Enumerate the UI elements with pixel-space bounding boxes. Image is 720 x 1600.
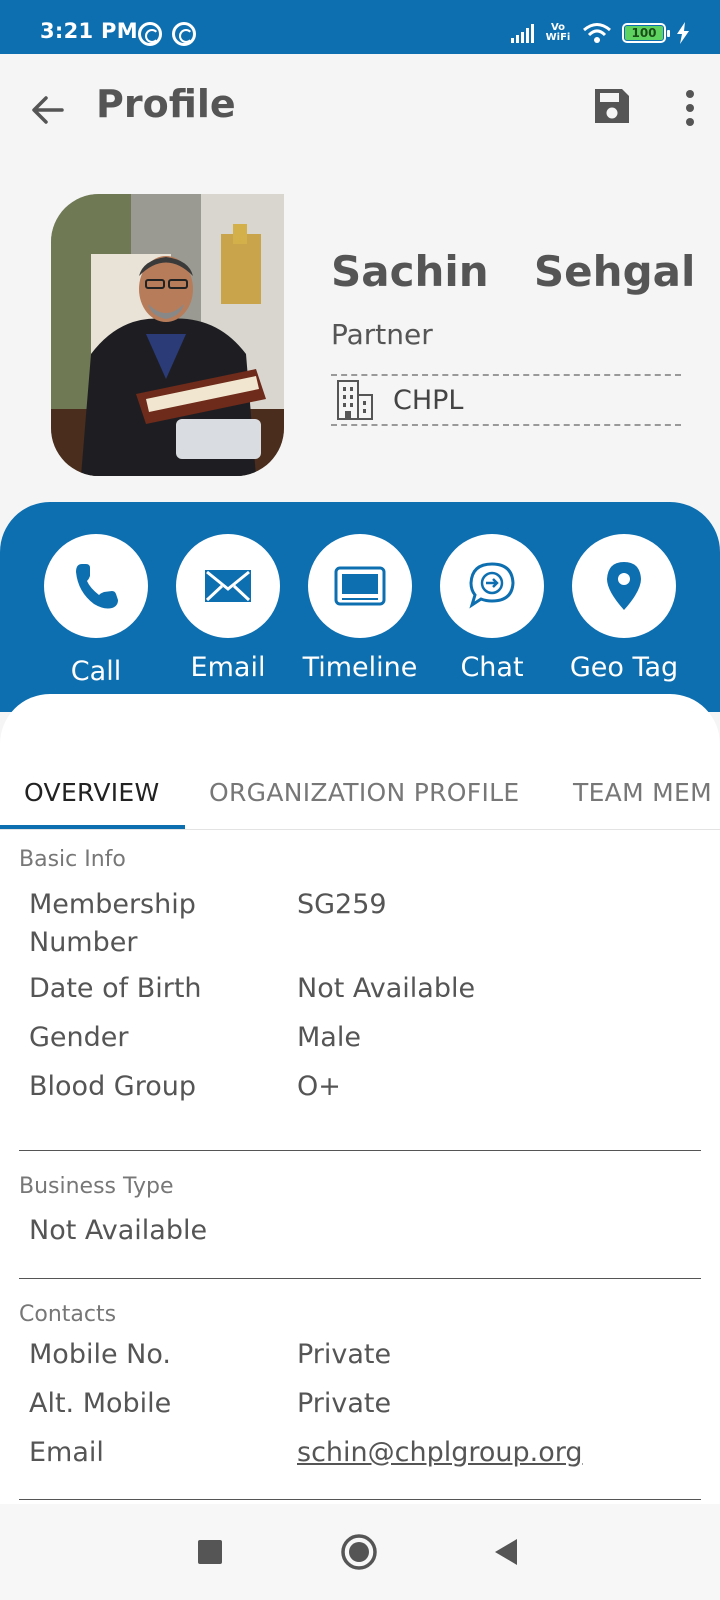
- chat-action-label: Chat: [460, 652, 524, 683]
- triangle-back-icon: [495, 1539, 517, 1565]
- profile-photo: [51, 194, 284, 476]
- page-title: Profile: [96, 82, 236, 126]
- geo-tag-action-label: Geo Tag: [569, 652, 679, 683]
- timeline-action-button[interactable]: Timeline: [300, 534, 420, 683]
- membership-number-value: SG259: [297, 889, 387, 920]
- signal-icon: [511, 23, 534, 43]
- timeline-action-label: Timeline: [302, 652, 418, 683]
- email-action-button[interactable]: Email: [168, 534, 288, 683]
- alt-mobile-value: Private: [297, 1388, 392, 1419]
- back-button[interactable]: [26, 88, 70, 132]
- organization-row: CHPL: [331, 374, 681, 426]
- more-options-button[interactable]: [672, 86, 708, 130]
- notification-icon: [138, 22, 162, 46]
- timeline-icon: [334, 566, 386, 606]
- mobile-label: Mobile No.: [29, 1339, 171, 1370]
- email-label: Email: [29, 1437, 104, 1468]
- section-divider: [19, 1150, 701, 1151]
- basic-info-title: Basic Info: [19, 847, 126, 872]
- status-icons: Vo WiFi 100: [511, 20, 690, 46]
- call-action-button[interactable]: Call: [36, 534, 156, 687]
- organization-name: CHPL: [393, 384, 464, 416]
- blood-group-label: Blood Group: [29, 1071, 196, 1102]
- wifi-icon: [583, 23, 611, 43]
- email-action-label: Email: [190, 652, 266, 683]
- charging-icon: [677, 22, 689, 44]
- gender-value: Male: [297, 1022, 361, 1053]
- circle-icon: [341, 1534, 377, 1570]
- status-bar: 3:21 PM Vo WiFi 100: [0, 0, 720, 54]
- status-time: 3:21 PM: [40, 19, 138, 43]
- email-link[interactable]: schin@chplgroup.org: [297, 1434, 583, 1472]
- section-divider: [19, 1499, 701, 1500]
- tab-bar: OVERVIEW ORGANIZATION PROFILE TEAM MEM: [0, 764, 720, 830]
- business-type-title: Business Type: [19, 1174, 174, 1199]
- date-of-birth-value: Not Available: [297, 973, 476, 1004]
- home-button[interactable]: [335, 1528, 383, 1576]
- mail-icon: [205, 570, 251, 602]
- business-type-value: Not Available: [29, 1215, 208, 1246]
- tab-team-members[interactable]: TEAM MEM: [573, 764, 712, 829]
- blood-group-value: O+: [297, 1071, 341, 1102]
- square-icon: [198, 1540, 222, 1564]
- system-nav-bar: [0, 1504, 720, 1600]
- profile-role: Partner: [331, 318, 433, 351]
- vowifi-icon: Vo WiFi: [545, 22, 571, 43]
- profile-name: Sachin Sehgal: [331, 247, 696, 296]
- tab-indicator: [0, 825, 185, 829]
- date-of-birth-label: Date of Birth: [29, 973, 202, 1004]
- save-button[interactable]: [592, 86, 636, 130]
- back-nav-button[interactable]: [482, 1528, 530, 1576]
- contacts-title: Contacts: [19, 1302, 117, 1327]
- chat-icon: [469, 562, 515, 609]
- membership-number-label: Membership Number: [29, 889, 196, 958]
- alt-mobile-label: Alt. Mobile: [29, 1388, 172, 1419]
- phone-icon: [76, 564, 118, 609]
- arrow-left-icon: [32, 96, 64, 124]
- avatar: [51, 194, 284, 476]
- building-icon: [337, 380, 373, 420]
- app-bar: Profile: [0, 54, 720, 164]
- call-action-label: Call: [70, 656, 122, 687]
- location-pin-icon: [607, 562, 641, 610]
- gender-label: Gender: [29, 1022, 129, 1053]
- section-divider: [19, 1278, 701, 1279]
- chat-action-button[interactable]: Chat: [432, 534, 552, 683]
- tab-overview[interactable]: OVERVIEW: [24, 764, 160, 829]
- recents-button[interactable]: [186, 1528, 234, 1576]
- geo-tag-action-button[interactable]: Geo Tag: [564, 534, 684, 683]
- content-card: OVERVIEW ORGANIZATION PROFILE TEAM MEM B…: [0, 694, 720, 1504]
- more-vert-icon: [686, 90, 694, 126]
- tab-organization-profile[interactable]: ORGANIZATION PROFILE: [209, 764, 519, 829]
- notification-icon: [172, 22, 196, 46]
- save-icon: [595, 89, 629, 123]
- mobile-value: Private: [297, 1339, 392, 1370]
- battery-icon: 100: [622, 23, 670, 43]
